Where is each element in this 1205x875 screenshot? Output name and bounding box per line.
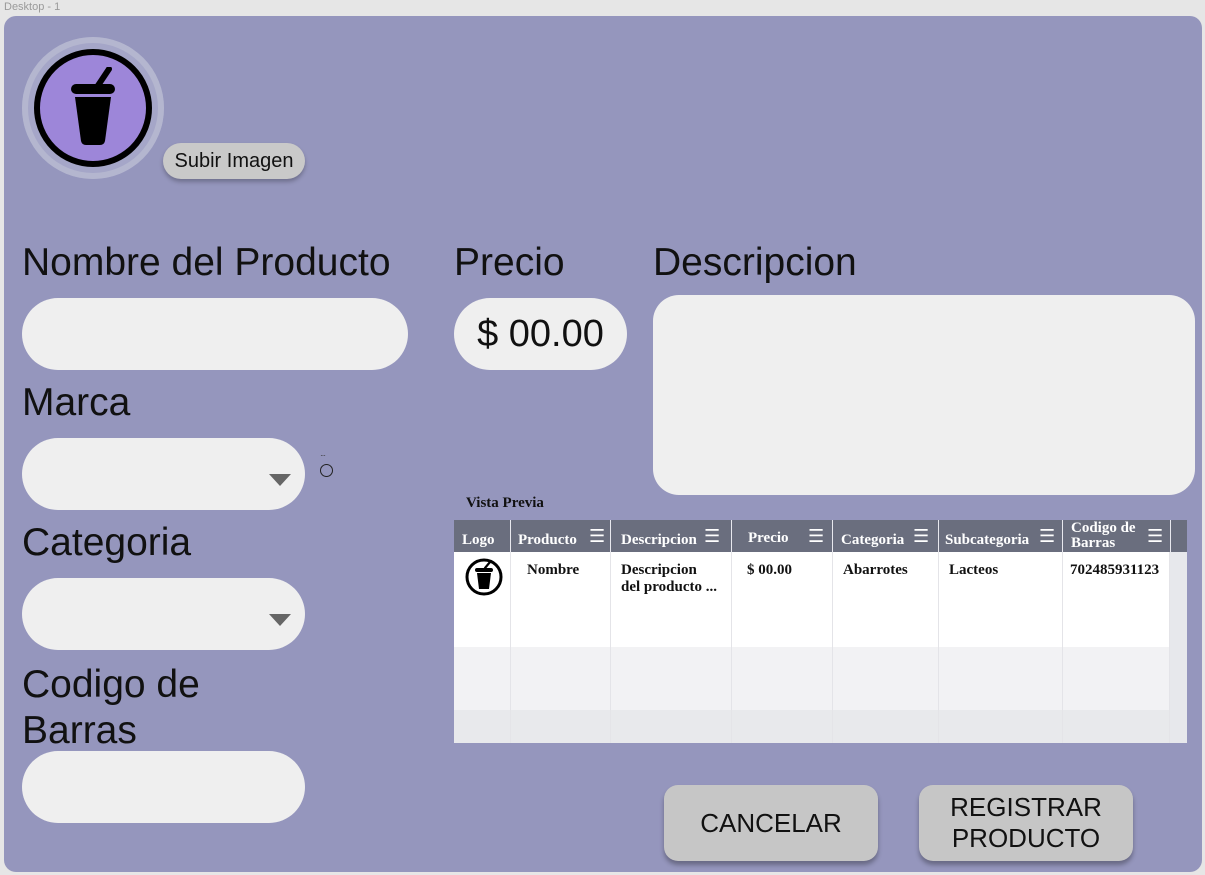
cell-precio: $ 00.00 bbox=[732, 552, 833, 647]
description-textarea[interactable] bbox=[653, 295, 1195, 495]
cell-codigo: 702485931123 bbox=[1063, 552, 1170, 647]
cell-producto: Nombre bbox=[511, 552, 611, 647]
table-row-empty bbox=[454, 647, 1170, 710]
table-row-empty bbox=[454, 710, 1170, 743]
cell-categoria: Abarrotes bbox=[833, 552, 939, 647]
category-label: Categoria bbox=[22, 521, 192, 564]
column-header-codigo[interactable]: Codigo de Barras ☰ bbox=[1063, 520, 1171, 552]
upload-image-button[interactable]: Subir Imagen bbox=[163, 143, 305, 179]
barcode-label: Codigo de Barras bbox=[22, 662, 200, 754]
preview-table: Logo Producto ☰ Descripcion ☰ Precio ☰ C… bbox=[454, 520, 1187, 743]
more-icon: ··· bbox=[320, 451, 326, 460]
column-menu-icon[interactable]: ☰ bbox=[1147, 526, 1163, 547]
column-header-subcategoria[interactable]: Subcategoria ☰ bbox=[939, 520, 1063, 552]
column-header-producto[interactable]: Producto ☰ bbox=[511, 520, 611, 552]
price-input[interactable] bbox=[454, 298, 627, 370]
column-menu-icon[interactable]: ☰ bbox=[913, 526, 929, 547]
column-header-logo[interactable]: Logo bbox=[454, 520, 511, 552]
category-select[interactable] bbox=[22, 578, 305, 650]
column-menu-icon[interactable]: ☰ bbox=[704, 526, 720, 547]
barcode-label-line2: Barras bbox=[22, 709, 137, 753]
chevron-down-icon bbox=[269, 614, 291, 626]
preview-title: Vista Previa bbox=[466, 495, 544, 511]
column-header-categoria[interactable]: Categoria ☰ bbox=[833, 520, 939, 552]
cell-descripcion: Descripcion del producto ... bbox=[611, 552, 732, 647]
cell-subcategoria: Lacteos bbox=[939, 552, 1063, 647]
register-product-button[interactable]: REGISTRAR PRODUCTO bbox=[919, 785, 1133, 861]
barcode-label-line1: Codigo de bbox=[22, 663, 200, 706]
radio-button[interactable] bbox=[320, 464, 333, 477]
product-image-preview[interactable] bbox=[22, 37, 164, 179]
cell-logo bbox=[454, 552, 511, 647]
table-header: Logo Producto ☰ Descripcion ☰ Precio ☰ C… bbox=[454, 520, 1187, 552]
barcode-input[interactable] bbox=[22, 751, 305, 823]
column-header-precio[interactable]: Precio ☰ bbox=[732, 520, 833, 552]
brand-select[interactable] bbox=[22, 438, 305, 510]
price-label: Precio bbox=[454, 241, 565, 284]
column-menu-icon[interactable]: ☰ bbox=[1039, 526, 1055, 547]
product-name-input[interactable] bbox=[22, 298, 408, 370]
column-header-descripcion[interactable]: Descripcion ☰ bbox=[611, 520, 732, 552]
drink-cup-icon bbox=[465, 558, 503, 596]
column-menu-icon[interactable]: ☰ bbox=[808, 526, 824, 547]
logo-circle bbox=[34, 49, 152, 167]
frame-label: Desktop - 1 bbox=[4, 1, 61, 13]
cancel-button[interactable]: CANCELAR bbox=[664, 785, 878, 861]
table-scrollbar[interactable] bbox=[1170, 552, 1187, 743]
table-row[interactable]: Nombre Descripcion del producto ... $ 00… bbox=[454, 552, 1170, 647]
brand-label: Marca bbox=[22, 381, 131, 424]
chevron-down-icon bbox=[269, 474, 291, 486]
drink-cup-icon bbox=[71, 67, 115, 145]
product-name-label: Nombre del Producto bbox=[22, 241, 391, 284]
description-label: Descripcion bbox=[653, 241, 857, 284]
column-menu-icon[interactable]: ☰ bbox=[589, 526, 605, 547]
